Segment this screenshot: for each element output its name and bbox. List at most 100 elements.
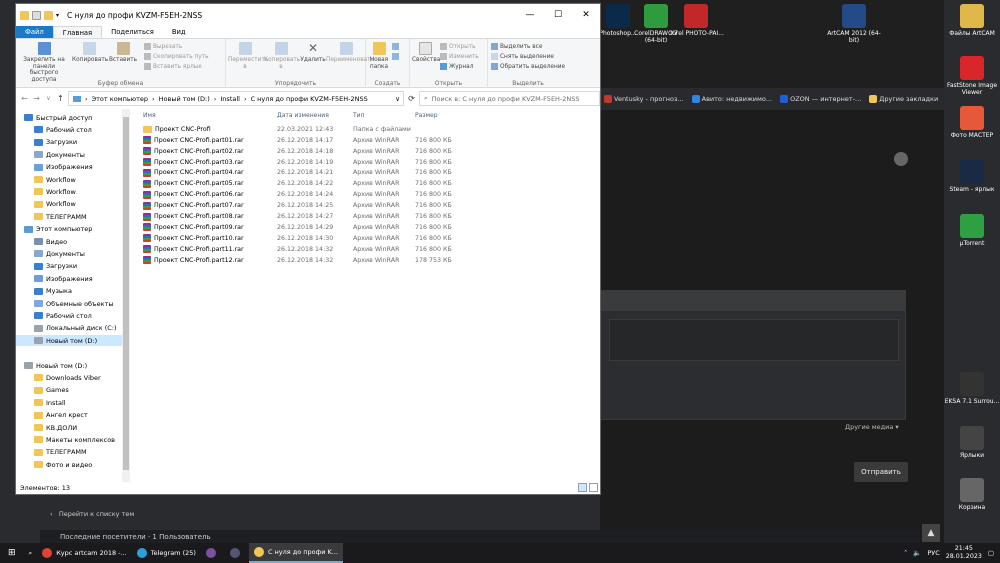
edit-button[interactable]: Изменить — [440, 53, 479, 60]
delete-button[interactable]: ✕ Удалить — [300, 42, 326, 64]
nav-item[interactable]: Видео — [34, 236, 67, 247]
column-header-date[interactable]: Дата изменения — [277, 112, 329, 122]
heart-icon[interactable] — [894, 152, 908, 166]
invert-selection-button[interactable]: Обратить выделение — [491, 63, 565, 70]
bookmark-ozon[interactable]: OZON — интернет-... — [780, 95, 861, 103]
nav-item[interactable]: Загрузки — [34, 261, 77, 272]
bookmark-ventusky[interactable]: Ventusky - прогноз... — [604, 95, 684, 103]
bookmark-avito[interactable]: Авито: недвижимо... — [691, 95, 772, 103]
file-row[interactable]: Проект CNC-Profi.part02.rar 26.12.2018 14… — [139, 146, 469, 157]
nav-item[interactable]: Рабочий стол✦ — [34, 124, 92, 135]
desktop-shortcut[interactable]: FastStone Image Viewer — [944, 56, 1000, 96]
column-header-name[interactable]: Имя — [143, 112, 156, 122]
file-row[interactable]: Проект CNC-Profi.part06.rar 26.12.2018 14… — [139, 189, 469, 200]
file-row[interactable]: Проект CNC-Profi.part01.rar 26.12.2018 14… — [139, 135, 469, 146]
desktop-shortcut[interactable]: Ярлыки — [944, 426, 1000, 459]
nav-item[interactable]: Загрузки✦ — [34, 137, 77, 148]
column-header-type[interactable]: Тип — [353, 112, 365, 122]
taskbar-search-icon[interactable]: ⌕ — [24, 543, 38, 563]
nav-item[interactable]: Games — [34, 385, 69, 396]
nav-item[interactable]: Новый том (D:) — [16, 335, 122, 347]
volume-icon[interactable]: 🔈 — [913, 549, 921, 557]
history-button[interactable]: Журнал — [440, 63, 473, 70]
refresh-icon[interactable]: ⟳ — [407, 94, 416, 103]
desktop-shortcut[interactable]: Корзина — [944, 478, 1000, 511]
desktop-shortcut[interactable]: Corel PHOTO-PAI... — [668, 4, 724, 37]
file-row[interactable]: Проект CNC-Profi.part03.rar 26.12.2018 14… — [139, 157, 469, 168]
taskbar-item[interactable] — [201, 543, 225, 563]
search-input[interactable]: ⌕ Поиск в: С нуля до профи KVZM-F5EH-2NSS — [419, 91, 600, 106]
tab-home[interactable]: Главная — [52, 26, 103, 38]
desktop-shortcut[interactable]: EKSA 7.1 Surrou... — [944, 372, 1000, 405]
up-arrow-icon[interactable]: ↑ — [56, 94, 65, 103]
bookmark-other[interactable]: Другие закладки — [869, 95, 938, 103]
paste-shortcut-button[interactable]: Вставить ярлык — [144, 63, 202, 70]
file-row[interactable]: Проект CNC-Profi.part11.rar 26.12.2018 14… — [139, 244, 469, 255]
new-folder-icon[interactable] — [44, 10, 53, 20]
nav-item[interactable]: ТЕЛЕГРАММ — [34, 447, 87, 458]
address-bar[interactable]: › Этот компьютер › Новый том (D:) › Inst… — [68, 91, 404, 106]
desktop-shortcut[interactable]: ArtCAM 2012 (64-bit) — [826, 4, 882, 44]
file-row[interactable]: Проект CNC-Profi 22.03.2021 12:43 Папка с … — [139, 124, 469, 135]
nav-item[interactable]: Новый том (D:) — [24, 360, 87, 371]
file-row[interactable]: Проект CNC-Profi.part08.rar 26.12.2018 14… — [139, 211, 469, 222]
file-row[interactable]: Проект CNC-Profi.part12.rar 26.12.2018 14… — [139, 255, 469, 266]
file-row[interactable]: Проект CNC-Profi.part05.rar 26.12.2018 14… — [139, 179, 469, 190]
properties-button[interactable]: Свойства — [412, 42, 440, 64]
file-row[interactable]: Проект CNC-Profi.part07.rar 26.12.2018 14… — [139, 200, 469, 211]
select-none-button[interactable]: Снять выделение — [491, 53, 554, 60]
paste-button[interactable]: Вставить — [108, 42, 138, 64]
scrollbar-thumb[interactable] — [123, 117, 129, 470]
back-arrow-icon[interactable]: ← — [20, 94, 29, 103]
file-row[interactable]: Проект CNC-Profi.part09.rar 26.12.2018 14… — [139, 222, 469, 233]
chevron-down-icon[interactable]: ▾ — [56, 12, 59, 19]
move-to-button[interactable]: Переместить в — [228, 42, 268, 70]
nav-item[interactable]: Макеты комплексов — [34, 434, 115, 445]
breadcrumb-folder[interactable]: С нуля до профи KVZM-F5EH-2NSS — [251, 95, 368, 103]
maximize-button[interactable]: ☐ — [544, 4, 572, 26]
breadcrumb-drive[interactable]: Новый том (D:) — [159, 95, 210, 103]
desktop-shortcut[interactable]: Файлы ArtCAM — [944, 4, 1000, 37]
file-row[interactable]: Проект CNC-Profi.part10.rar 26.12.2018 14… — [139, 233, 469, 244]
desktop-shortcut[interactable]: µTorrent — [944, 214, 1000, 247]
breadcrumb-computer[interactable]: Этот компьютер — [92, 95, 148, 103]
forward-arrow-icon[interactable]: → — [32, 94, 41, 103]
send-button[interactable]: Отправить — [854, 462, 908, 482]
copy-to-button[interactable]: Копировать в — [264, 42, 300, 70]
nav-item[interactable]: Workflow — [34, 174, 76, 185]
nav-item[interactable]: Локальный диск (C:) — [34, 323, 117, 334]
new-folder-button[interactable]: Новая папка — [368, 42, 390, 70]
pin-quick-access-button[interactable]: Закрепить на панели быстрого доступа — [18, 42, 70, 83]
breadcrumb-install[interactable]: Install — [220, 95, 240, 103]
taskbar-item[interactable] — [225, 543, 249, 563]
file-row[interactable]: Проект CNC-Profi.part04.rar 26.12.2018 14… — [139, 168, 469, 179]
nav-item[interactable]: Этот компьютер — [24, 224, 92, 235]
chevron-up-icon[interactable]: ˄ — [904, 549, 907, 557]
dropdown-chevron-icon[interactable]: ∨ — [395, 95, 403, 103]
copy-button[interactable]: Копировать — [72, 42, 108, 64]
nav-item[interactable]: Быстрый доступ — [24, 112, 92, 123]
nav-item[interactable]: Изображения — [34, 273, 93, 284]
nav-item[interactable]: Документы — [34, 248, 85, 259]
notifications-icon[interactable]: ▢ — [988, 549, 994, 557]
select-all-button[interactable]: Выделить все — [491, 43, 542, 50]
taskbar-item[interactable]: Курс artcam 2018 -... — [37, 543, 132, 563]
nav-item[interactable]: Изображения✦ — [34, 162, 93, 173]
nav-item[interactable]: Workflow — [34, 199, 76, 210]
easy-access-button[interactable] — [392, 53, 399, 60]
nav-item[interactable]: Workflow — [34, 186, 76, 197]
reply-textarea[interactable] — [609, 319, 899, 361]
desktop-shortcut[interactable]: Фото МАСТЕР — [944, 106, 1000, 139]
tab-share[interactable]: Поделиться — [102, 26, 163, 38]
nav-item[interactable]: Ангел крест — [34, 410, 88, 421]
taskbar-item[interactable]: С нуля до профи K... — [248, 543, 343, 563]
nav-item[interactable]: Музыка — [34, 286, 72, 297]
column-header-size[interactable]: Размер — [415, 112, 438, 122]
nav-item[interactable]: Downloads Viber — [34, 372, 101, 383]
nav-item[interactable]: Install — [34, 397, 66, 408]
scroll-top-button[interactable]: ▲ — [922, 524, 940, 542]
desktop-shortcut[interactable]: Steam - ярлык — [944, 160, 1000, 193]
start-button[interactable]: ⊞ — [0, 543, 24, 563]
close-button[interactable]: ✕ — [572, 4, 600, 26]
cut-button[interactable]: Вырезать — [144, 43, 182, 50]
